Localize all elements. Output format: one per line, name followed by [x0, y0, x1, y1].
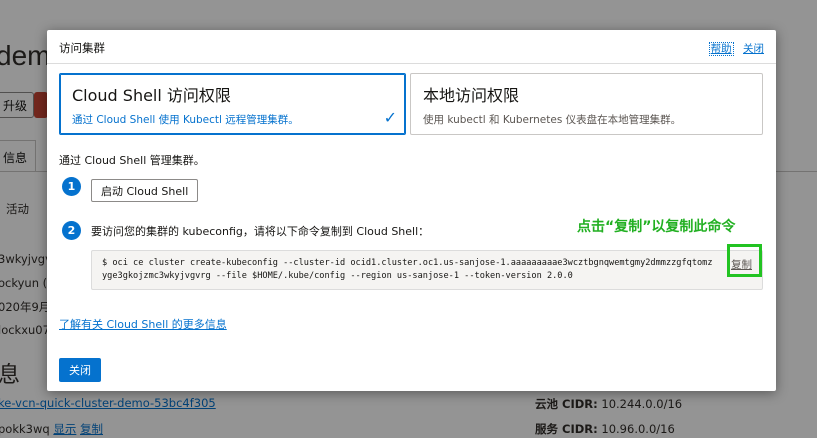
launch-cloud-shell-button[interactable]: 启动 Cloud Shell — [91, 179, 199, 202]
section-description: 通过 Cloud Shell 管理集群。 — [59, 154, 205, 167]
card-title: 本地访问权限 — [423, 86, 520, 105]
help-link[interactable]: 帮助 — [708, 42, 734, 56]
access-cluster-dialog: 访问集群 帮助 关闭 Cloud Shell 访问权限 通过 Cloud She… — [47, 30, 776, 391]
checkmark-icon: ✓ — [383, 108, 397, 127]
command-line-2: yge3gkojzmc3wkyjvgvrg --file $HOME/.kube… — [102, 271, 573, 281]
step-2-instruction: 要访问您的集群的 kubeconfig，请将以下命令复制到 Cloud Shel… — [91, 225, 430, 238]
access-option-cards: Cloud Shell 访问权限 通过 Cloud Shell 使用 Kubec… — [59, 73, 763, 135]
learn-more-link[interactable]: 了解有关 Cloud Shell 的更多信息 — [59, 316, 227, 332]
command-text: $ oci ce cluster create-kubeconfig --clu… — [102, 257, 722, 283]
card-title: Cloud Shell 访问权限 — [72, 86, 231, 105]
dialog-header: 访问集群 帮助 关闭 — [47, 30, 776, 64]
card-subtitle: 通过 Cloud Shell 使用 Kubectl 远程管理集群。 — [72, 114, 299, 126]
card-subtitle: 使用 kubectl 和 Kubernetes 仪表盘在本地管理集群。 — [423, 114, 682, 126]
copy-annotation: 点击“复制”以复制此命令 — [577, 219, 736, 235]
command-box: $ oci ce cluster create-kubeconfig --clu… — [91, 250, 763, 290]
copy-command-link[interactable]: 复制 — [731, 257, 752, 272]
step-2-badge: 2 — [62, 221, 81, 240]
header-links: 帮助 关闭 — [703, 41, 764, 56]
close-button[interactable]: 关闭 — [59, 358, 101, 382]
close-link[interactable]: 关闭 — [743, 43, 764, 55]
local-access-card[interactable]: 本地访问权限 使用 kubectl 和 Kubernetes 仪表盘在本地管理集… — [410, 73, 763, 135]
command-line-1: $ oci ce cluster create-kubeconfig --clu… — [102, 258, 713, 268]
step-1-badge: 1 — [62, 177, 81, 196]
dialog-title: 访问集群 — [59, 41, 105, 55]
cloud-shell-access-card[interactable]: Cloud Shell 访问权限 通过 Cloud Shell 使用 Kubec… — [59, 73, 406, 135]
